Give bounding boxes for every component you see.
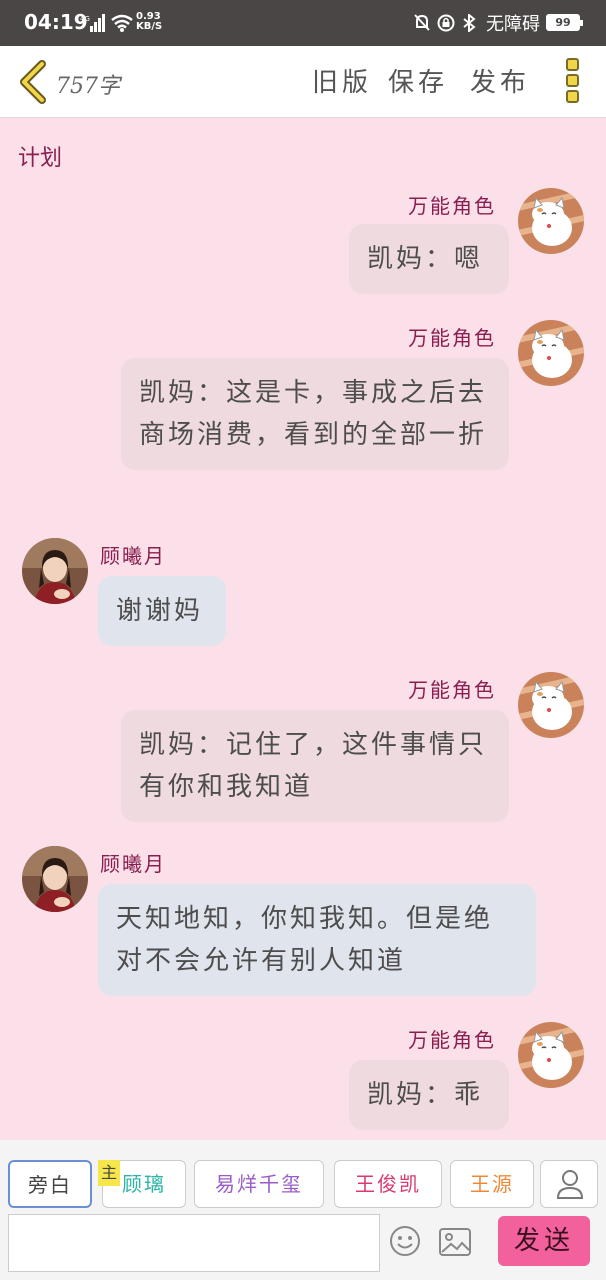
cat-avatar[interactable] <box>518 320 584 386</box>
image-icon[interactable] <box>438 1226 472 1258</box>
publish-button[interactable]: 发布 <box>470 62 530 99</box>
lock-rotation-icon <box>437 14 455 32</box>
message-bubble[interactable]: 谢谢妈 <box>98 576 226 646</box>
input-bar: 发送 <box>0 1210 606 1280</box>
emoji-icon[interactable] <box>388 1224 422 1258</box>
sender-name: 万能角色 <box>408 194 496 218</box>
girl-avatar[interactable] <box>22 538 88 604</box>
message-bubble[interactable]: 天知地知，你知我知。但是绝对不会允许有别人知道 <box>98 884 536 996</box>
message-bubble[interactable]: 凯妈：乖 <box>349 1060 509 1130</box>
role-wangjunkai[interactable]: 王俊凯 <box>334 1160 442 1208</box>
send-button[interactable]: 发送 <box>498 1216 590 1266</box>
more-menu-icon[interactable] <box>562 58 582 108</box>
editor-header: 757字 旧版 保存 发布 <box>0 46 606 118</box>
role-selector: 旁白 顾璃 易烊千玺 王俊凯 王源 <box>0 1140 606 1210</box>
chat-area[interactable]: 计划 万能角色 凯妈：嗯 万能角色 凯妈：这是卡，事成之后去商场消费，看到的全部 <box>0 118 606 1138</box>
message-bubble[interactable]: 凯妈：记住了，这件事情只有你和我知道 <box>121 710 509 822</box>
signal-icon: 4G <box>80 14 106 36</box>
cat-avatar[interactable] <box>518 188 584 254</box>
network-speed: 0.93 KB/S <box>136 12 162 32</box>
message-bubble[interactable]: 凯妈：这是卡，事成之后去商场消费，看到的全部一折 <box>121 358 509 470</box>
cat-avatar[interactable] <box>518 672 584 738</box>
role-wangyuan[interactable]: 王源 <box>450 1160 534 1208</box>
old-version-button[interactable]: 旧版 <box>312 62 372 99</box>
status-bar: 04:19 4G 0.93 KB/S 无障碍 99 <box>0 0 606 46</box>
cat-avatar[interactable] <box>518 1022 584 1088</box>
sender-name: 顾曦月 <box>100 544 166 568</box>
speed-unit: KB/S <box>136 21 163 32</box>
wifi-icon <box>110 14 134 36</box>
message-bubble[interactable]: 凯妈：嗯 <box>349 224 509 294</box>
mute-icon <box>414 14 430 31</box>
girl-avatar[interactable] <box>22 846 88 912</box>
role-narration[interactable]: 旁白 <box>8 1160 92 1208</box>
word-count: 757字 <box>56 74 120 99</box>
sender-name: 万能角色 <box>408 326 496 350</box>
sender-name: 万能角色 <box>408 1028 496 1052</box>
status-time: 04:19 <box>24 10 88 34</box>
network-label: 4G <box>80 15 90 23</box>
back-icon[interactable] <box>16 60 48 104</box>
sender-name: 顾曦月 <box>100 852 166 876</box>
main-role-badge: 主 <box>98 1160 120 1186</box>
accessibility-label: 无障碍 <box>486 14 540 35</box>
add-role-button[interactable] <box>540 1160 598 1208</box>
battery-icon: 99 <box>546 14 583 31</box>
bluetooth-icon <box>463 12 476 34</box>
sender-name: 万能角色 <box>408 678 496 702</box>
message-input[interactable] <box>8 1214 380 1272</box>
role-yiyangqianxi[interactable]: 易烊千玺 <box>194 1160 324 1208</box>
save-button[interactable]: 保存 <box>388 62 448 99</box>
user-icon <box>556 1170 584 1199</box>
system-icons <box>414 12 482 36</box>
chapter-title: 计划 <box>18 146 63 171</box>
